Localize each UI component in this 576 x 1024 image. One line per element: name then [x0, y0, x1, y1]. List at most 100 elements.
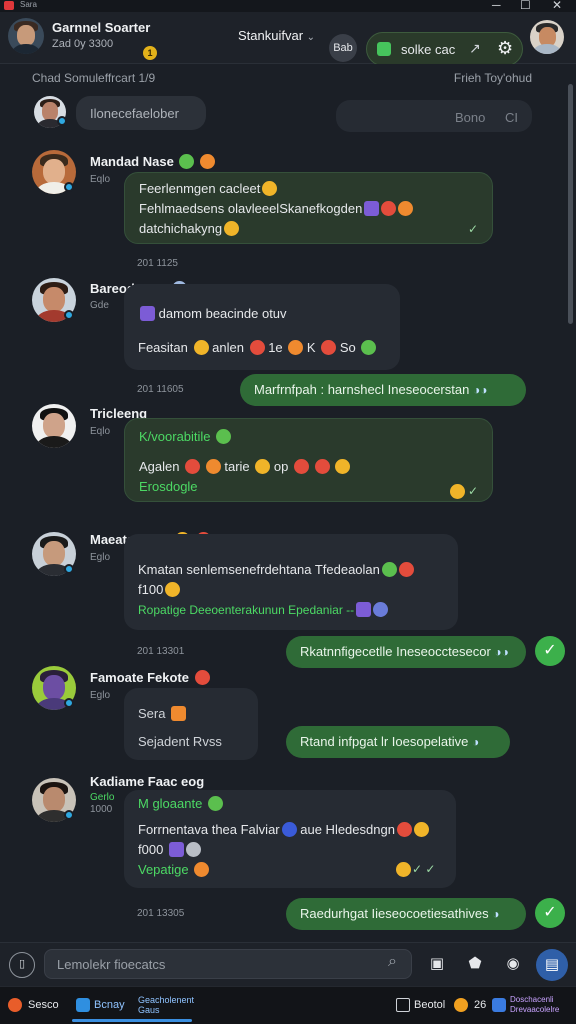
emoji-icon — [356, 602, 372, 617]
coin-icon: 1 — [143, 46, 157, 60]
double-check-icon: ◑ — [492, 907, 500, 921]
outgoing-message-bubble: Rtand infpgat lr Ioesopelative ◑ — [286, 726, 510, 758]
bubble-label: Bono — [455, 110, 486, 125]
emoji-icon — [361, 340, 377, 355]
emoji-icon — [398, 562, 414, 577]
gear-icon[interactable]: ⚙ — [497, 38, 513, 59]
scrollbar[interactable] — [568, 84, 573, 324]
delivered-check-icon: ✓ — [468, 222, 479, 236]
emoji-icon — [194, 670, 210, 685]
message-line: Agalen — [139, 459, 180, 474]
emoji-icon — [294, 459, 309, 474]
message-bubble: Sera Sejadent Rvss — [124, 688, 258, 760]
emoji-icon — [381, 201, 397, 216]
sender-subtitle: Gerlo — [90, 792, 115, 803]
outgoing-message-text: Rtand infpgat lr Ioesopelative — [300, 734, 469, 749]
emoji-icon — [205, 459, 221, 474]
online-status-dot — [57, 116, 67, 126]
header-user-name: Garnnel Soarter — [52, 20, 151, 35]
emoji-icon — [216, 429, 232, 444]
sender-name-text: Mandad Nase — [90, 154, 174, 169]
channel-switcher[interactable]: Stankuifvar ⌄ — [238, 28, 315, 43]
message-bubble: Kmatan senlemsenefrdehtana Tfedeaolan f1… — [124, 534, 458, 630]
message-line: aue Hledesdngn — [300, 822, 395, 837]
emoji-icon — [364, 201, 380, 216]
chat-subhead-right: Frieh Toy'ohud — [453, 71, 532, 85]
profile-avatar[interactable] — [530, 20, 564, 54]
taskbar-item-label: Drevaacolelre — [510, 1005, 560, 1014]
emoji-icon — [193, 340, 209, 355]
edge-icon[interactable] — [492, 998, 506, 1012]
app-icon[interactable] — [454, 998, 468, 1012]
search-icon[interactable]: ⌕ — [388, 953, 397, 971]
emoji-icon — [249, 340, 265, 355]
taskbar-item[interactable]: Beotol — [414, 999, 445, 1011]
attach-icon[interactable]: ▯ — [9, 952, 35, 978]
emoji-icon — [413, 822, 429, 837]
double-check-icon: ◑◑ — [472, 383, 488, 397]
send-button[interactable]: ▤ — [536, 949, 568, 981]
message-time: 201 1125 — [137, 258, 178, 269]
user-avatar[interactable] — [8, 18, 44, 54]
message-input[interactable] — [44, 949, 412, 979]
message-line: tarie — [224, 459, 250, 474]
emoji-icon — [200, 154, 216, 169]
online-status-dot — [64, 698, 74, 708]
pill-label: solke cac — [401, 42, 456, 57]
sender-name-text: Famoate Fekote — [90, 670, 189, 685]
browser-icon[interactable] — [8, 998, 22, 1012]
outgoing-message-text: Rkatnnfigecetlle Ineseocctesecor — [300, 644, 491, 659]
sender-name: Mandad Nase — [90, 154, 216, 169]
outgoing-message-bubble: Raedurhgat Iieseocoetiesathives ◑ — [286, 898, 526, 930]
close-icon[interactable]: ✕ — [552, 0, 562, 12]
delivered-check-icon: ✓ ✓ — [412, 862, 436, 876]
taskbar-item-active[interactable]: Bcnay — [94, 999, 125, 1011]
emoji-icon — [396, 862, 411, 877]
message-time: 201 13305 — [137, 908, 185, 919]
message-line: f000 — [138, 842, 164, 857]
emoji-icon — [179, 154, 195, 169]
emoji-icon — [194, 862, 210, 877]
emoji-icon — [396, 822, 412, 837]
message-line: Vepatige — [138, 862, 189, 877]
taskbar-item[interactable]: 26 — [474, 999, 486, 1011]
avatar[interactable] — [32, 404, 76, 448]
sticker-icon[interactable]: ⬟ — [464, 953, 486, 975]
message-line: Forrnentava thea Falviar — [138, 822, 280, 837]
message-line: K — [306, 340, 316, 355]
message-line: Sera — [138, 706, 166, 721]
chat-message-list[interactable]: Chad Somuleffrcart 1/9 Frieh Toy'ohud Il… — [0, 64, 576, 942]
sender-subtitle: Gde — [90, 300, 109, 311]
message-line: Feasitan — [138, 340, 188, 355]
emoji-icon — [321, 340, 337, 355]
minimize-icon[interactable]: ─ — [492, 0, 501, 12]
sender-name: Famoate Fekote — [90, 670, 210, 685]
camera-icon[interactable]: ◉ — [502, 953, 524, 975]
message-line: op — [273, 459, 289, 474]
taskbar-item-label: Gaus — [138, 1005, 160, 1015]
gallery-icon[interactable]: ▣ — [426, 953, 448, 975]
read-check-icon: ✓ — [535, 898, 565, 928]
outgoing-message-bubble: Rkatnnfigecetlle Ineseocctesecor ◑◑ — [286, 636, 526, 668]
sender-subtitle: Eglo — [90, 690, 111, 701]
emoji-icon — [281, 822, 297, 837]
online-status-dot — [64, 182, 74, 192]
taskbar-item[interactable]: Sesco — [28, 999, 59, 1011]
app-icon[interactable] — [76, 998, 90, 1012]
header-user-status: Zad 0y 3300 — [52, 38, 114, 50]
online-status-dot — [64, 810, 74, 820]
message-line: K/voorabitile — [139, 429, 211, 444]
message-bubble: K/voorabitile Agalen tarie op Erosdogle — [124, 418, 493, 502]
outgoing-message-text: Raedurhgat Iieseocoetiesathives — [300, 906, 489, 921]
message-composer: ▯ ⌕ ▣ ⬟ ◉ ▤ — [0, 942, 576, 986]
window-icon[interactable] — [396, 998, 410, 1012]
message-line: 1e — [268, 340, 283, 355]
maximize-icon[interactable]: ☐ — [520, 0, 531, 12]
header-action-pill[interactable]: solke cac ↗ ⚙ — [366, 32, 523, 66]
emoji-icon — [185, 459, 201, 474]
emoji-icon — [450, 484, 465, 499]
header-chip-button[interactable]: Bab — [329, 34, 357, 62]
emoji-icon — [165, 582, 181, 597]
taskbar-item-label: Geacholenent — [138, 995, 195, 1005]
arrow-up-right-icon: ↗ — [469, 40, 481, 56]
